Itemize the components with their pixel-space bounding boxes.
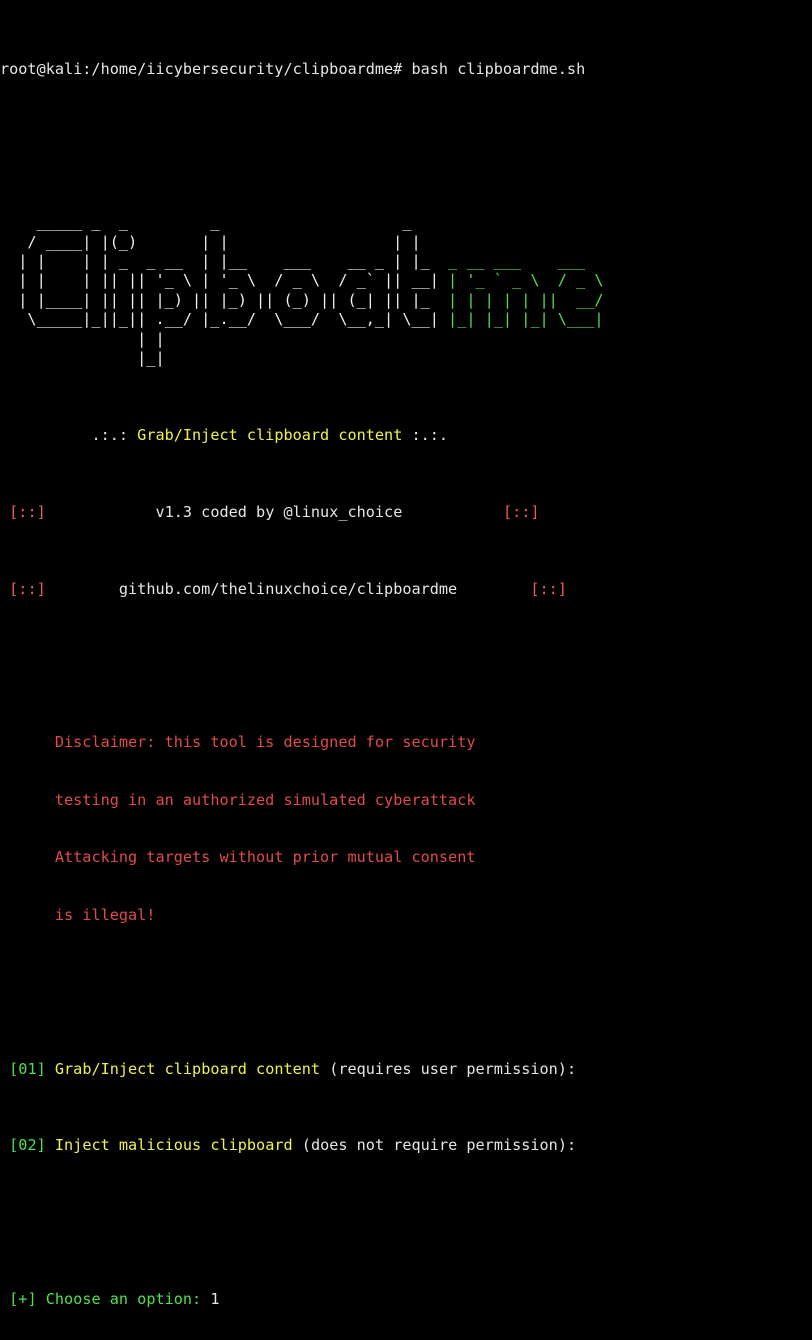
choose-prompt-label: Choose an option: xyxy=(45,1290,202,1309)
disclaimer-line-1: Disclaimer: this tool is designed for se… xyxy=(54,733,476,752)
tagline-row: .:.: Grab/Inject clipboard content :.:. xyxy=(0,426,812,445)
prompt-line: root@kali:/home/iicybersecurity/clipboar… xyxy=(0,60,812,79)
menu-item-01-label: Grab/Inject clipboard content xyxy=(54,1059,321,1078)
version-row: [::] v1.3 coded by @linux_choice [::] xyxy=(0,503,812,522)
choose-tag: [+] xyxy=(9,1290,37,1309)
disclaimer-line-4: is illegal! xyxy=(54,906,156,925)
banner-line-6-white: \_____|_||_|| .__/ |_.__/ \___/ \__,_| \… xyxy=(0,310,449,329)
version-text: v1.3 coded by @linux_choice xyxy=(155,502,403,521)
banner-line-4-green: | '_ ` _ \ / _ \ xyxy=(448,271,604,290)
menu-item-02[interactable]: [02] Inject malicious clipboard (does no… xyxy=(0,1136,812,1155)
menu-item-02-index: [02] xyxy=(9,1136,46,1155)
bracket-marker-right-version: [::] xyxy=(502,502,540,521)
menu-item-02-note: (does not require permission): xyxy=(301,1136,577,1155)
choose-input-value[interactable]: 1 xyxy=(210,1290,219,1308)
repo-text: github.com/thelinuxchoice/clipboardme xyxy=(118,579,458,598)
banner-line-8-white: |_| xyxy=(0,349,586,368)
menu-item-01-note: (requires user permission): xyxy=(329,1059,577,1078)
menu-item-01-index: [01] xyxy=(9,1059,46,1078)
disclaimer-line-3: Attacking targets without prior mutual c… xyxy=(54,848,476,867)
banner-line-3-white: | | | | _ _ __ | |__ ___ __ _ | |_ xyxy=(0,252,449,271)
menu-item-01[interactable]: [01] Grab/Inject clipboard content (requ… xyxy=(0,1060,812,1079)
repo-row: [::] github.com/thelinuxchoice/clipboard… xyxy=(0,580,812,599)
bracket-marker-left-version: [::] xyxy=(9,502,46,521)
banner-line-1-white: _____ _ _ _ _ xyxy=(0,213,586,232)
banner-line-7-white: | | xyxy=(0,329,586,348)
bracket-marker-left-repo: [::] xyxy=(9,579,46,598)
banner-line-5-white: | |____| || || |_) || |_) || (_) || (_| … xyxy=(0,290,449,309)
banner-line-2-white: / ____| |(_) | | | | xyxy=(0,232,586,251)
banner-line-6-green: |_| |_| |_| \___| xyxy=(448,310,604,329)
ascii-art-banner: _____ _ _ _ _ / ____| |(_) | | | | | | |… xyxy=(0,213,812,368)
banner-line-3-green: _ __ ___ ___ xyxy=(448,252,595,271)
terminal-window[interactable]: root@kali:/home/iicybersecurity/clipboar… xyxy=(0,0,812,1308)
banner-line-4-white: | | | || || '_ \ | '_ \ / _ \ / _` || __… xyxy=(0,271,449,290)
bracket-marker-right-repo: [::] xyxy=(530,579,567,598)
shell-prompt: root@kali:/home/iicybersecurity/clipboar… xyxy=(0,59,403,78)
menu-item-02-label: Inject malicious clipboard xyxy=(54,1136,293,1155)
tagline-dots-left: .:.: xyxy=(91,426,129,445)
shell-command: bash clipboardme.sh xyxy=(411,59,586,78)
disclaimer-line-2: testing in an authorized simulated cyber… xyxy=(54,790,476,809)
tagline-dots-right: :.:. xyxy=(411,426,449,445)
choose-option-line[interactable]: [+] Choose an option: 1 xyxy=(0,1290,812,1309)
banner-line-5-green: | | | | | || __/ xyxy=(448,290,604,309)
tagline-text: Grab/Inject clipboard content xyxy=(137,426,403,445)
